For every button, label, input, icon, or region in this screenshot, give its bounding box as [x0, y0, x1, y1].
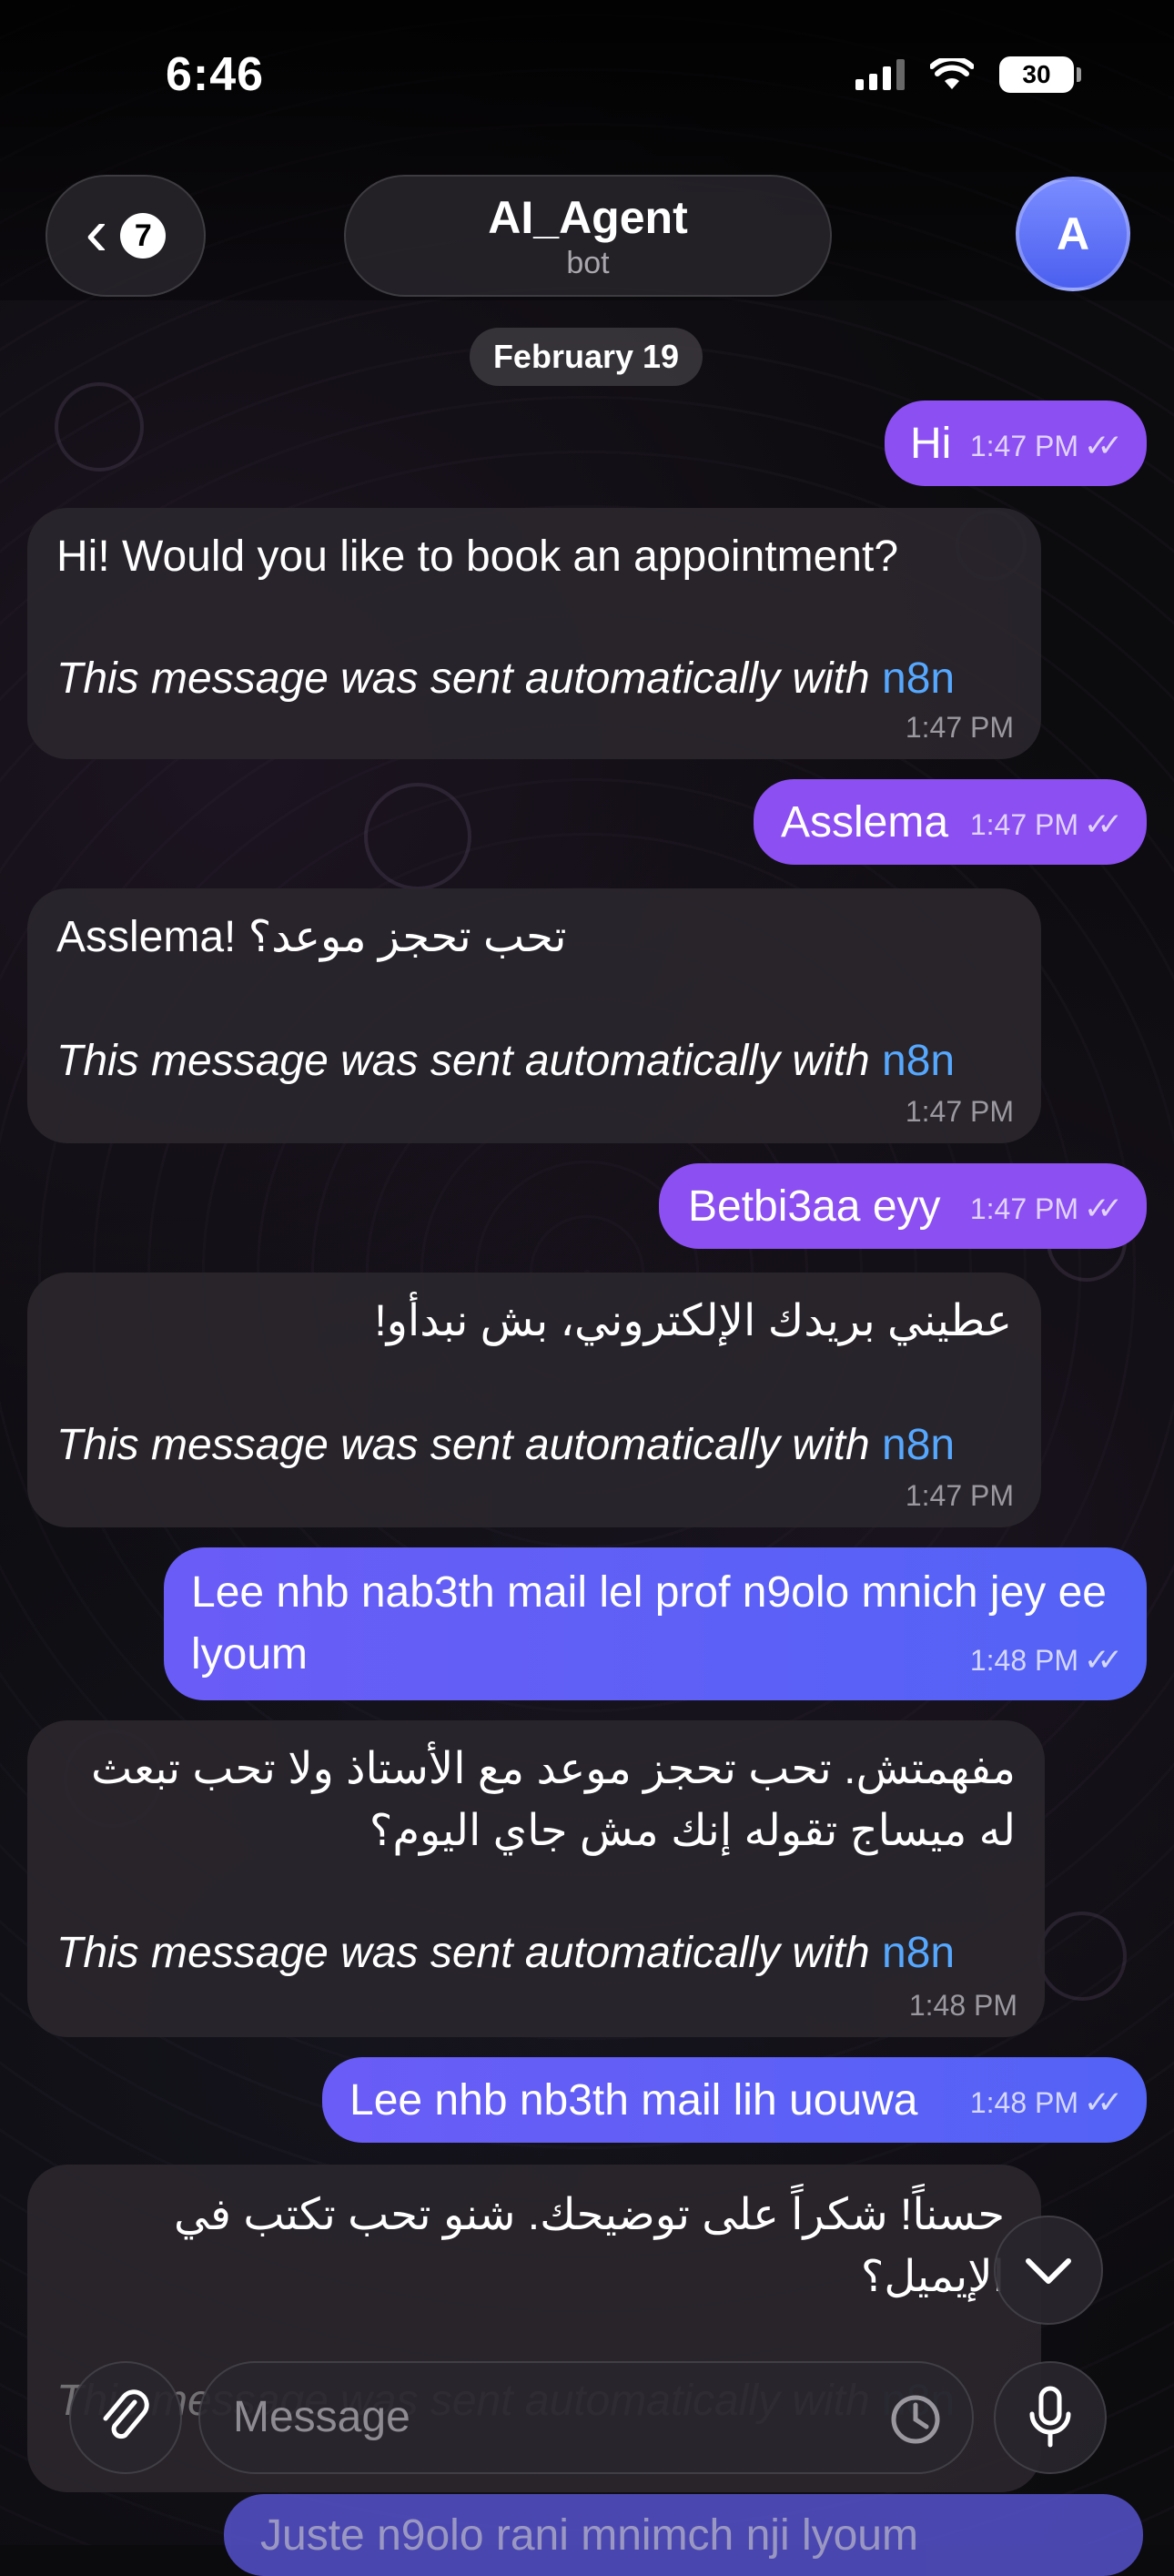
battery-level: 30 [1022, 60, 1051, 88]
avatar-letter: A [1056, 208, 1090, 259]
outgoing-message[interactable]: Lee nhb nab3th mail lel prof n9olo mnich… [164, 1547, 1147, 1700]
incoming-message[interactable]: مفهمتش. تحب تحجز موعد مع الأستاذ ولا تحب… [27, 1720, 1045, 2037]
message-placeholder: Message [233, 2393, 410, 2441]
auto-footer: This message was sent automatically with… [56, 1415, 955, 1476]
incoming-message[interactable]: Asslema! تحب تحجز موعد؟ This message was… [27, 888, 1041, 1143]
scroll-down-button[interactable] [994, 2216, 1103, 2325]
double-check-icon: ✓✓ [1084, 429, 1123, 463]
auto-footer: This message was sent automatically with… [56, 1030, 955, 1092]
message-text: Asslema! تحب تحجز موعد؟ [56, 913, 567, 961]
message-time: 1:47 PM [969, 807, 1079, 841]
microphone-icon [1029, 2386, 1071, 2448]
auto-note: This message was sent automatically with [56, 654, 883, 703]
chevron-down-icon [1026, 2258, 1071, 2284]
message-time: 1:47 PM [905, 1095, 1014, 1128]
chat-subtitle: bot [566, 245, 610, 280]
outgoing-message[interactable]: Betbi3aa eyy 1:47 PM ✓✓ [659, 1163, 1147, 1249]
message-text: حسناً! شكراً على توضيحك. شنو تحب تكتب في… [174, 2191, 1005, 2301]
message-time: 1:47 PM [905, 1479, 1014, 1512]
avatar[interactable]: A [1016, 177, 1130, 291]
message-meta: 1:48 PM ✓✓ [970, 2084, 1123, 2121]
n8n-link[interactable]: n8n [882, 1421, 955, 1469]
double-check-icon: ✓✓ [1084, 1192, 1123, 1226]
cellular-signal-icon [855, 59, 905, 90]
auto-note: This message was sent automatically with [56, 1421, 883, 1469]
auto-note: This message was sent automatically with [56, 1037, 883, 1085]
message-time: 1:48 PM [969, 1643, 1079, 1677]
message-text: Hi [910, 420, 952, 468]
double-check-icon: ✓✓ [1084, 807, 1123, 842]
outgoing-message[interactable]: Asslema 1:47 PM ✓✓ [754, 779, 1147, 865]
chat-title-pill[interactable]: AI_Agent bot [344, 175, 832, 297]
status-icons: 30 [855, 56, 1081, 93]
message-text: Juste n9olo rani mnimch nji lyoum [260, 2511, 918, 2560]
battery-indicator: 30 [999, 56, 1081, 93]
auto-footer: This message was sent automatically with… [56, 648, 955, 710]
message-meta: 1:47 PM ✓✓ [970, 428, 1123, 464]
double-check-icon: ✓✓ [1084, 2085, 1123, 2120]
message-meta: 1:48 PM ✓✓ [970, 1642, 1123, 1678]
n8n-link[interactable]: n8n [882, 1037, 955, 1085]
message-input[interactable]: Message [198, 2361, 974, 2474]
message-meta: 1:47 PM ✓✓ [970, 806, 1123, 843]
message-text: Betbi3aa eyy [688, 1182, 941, 1231]
message-time: 1:47 PM [969, 1192, 1079, 1225]
auto-footer: This message was sent automatically with… [56, 1922, 955, 1984]
outgoing-message[interactable]: Lee nhb nb3th mail lih uouwa 1:48 PM ✓✓ [322, 2057, 1147, 2143]
microphone-button[interactable] [994, 2361, 1107, 2474]
status-time: 6:46 [166, 48, 265, 101]
message-time: 1:48 PM [969, 2085, 1079, 2119]
paperclip-icon [103, 2389, 149, 2439]
outgoing-message-partial[interactable]: Juste n9olo rani mnimch nji lyoum [224, 2494, 1143, 2576]
message-time: 1:47 PM [905, 711, 1014, 744]
auto-note: This message was sent automatically with [56, 1929, 883, 1977]
message-meta: 1:47 PM ✓✓ [970, 1191, 1123, 1227]
date-separator: February 19 [470, 328, 703, 386]
message-text: Hi! Would you like to book an appointmen… [56, 532, 899, 581]
message-text: Asslema [781, 798, 949, 847]
incoming-message[interactable]: عطيني بريدك الإلكتروني، بش نبدأو! This m… [27, 1273, 1041, 1527]
message-text: عطيني بريدك الإلكتروني، بش نبدأو! [374, 1297, 1012, 1345]
outgoing-message[interactable]: Hi 1:47 PM ✓✓ [885, 401, 1147, 486]
n8n-link[interactable]: n8n [882, 654, 955, 703]
unread-count-badge: 7 [120, 213, 167, 259]
back-button[interactable]: ‹ 7 [46, 175, 206, 297]
attach-button[interactable] [69, 2361, 182, 2474]
incoming-message[interactable]: Hi! Would you like to book an appointmen… [27, 508, 1041, 759]
sticker-clock-icon[interactable] [888, 2392, 943, 2447]
message-time: 1:48 PM [908, 1989, 1017, 2022]
n8n-link[interactable]: n8n [882, 1929, 955, 1977]
wifi-icon [930, 58, 974, 89]
message-text: Lee nhb nb3th mail lih uouwa [349, 2076, 918, 2125]
chat-title: AI_Agent [488, 191, 688, 243]
double-check-icon: ✓✓ [1084, 1643, 1123, 1678]
message-time: 1:47 PM [969, 429, 1079, 462]
chevron-left-icon: ‹ [85, 194, 108, 269]
message-text: مفهمتش. تحب تحجز موعد مع الأستاذ ولا تحب… [90, 1745, 1016, 1855]
